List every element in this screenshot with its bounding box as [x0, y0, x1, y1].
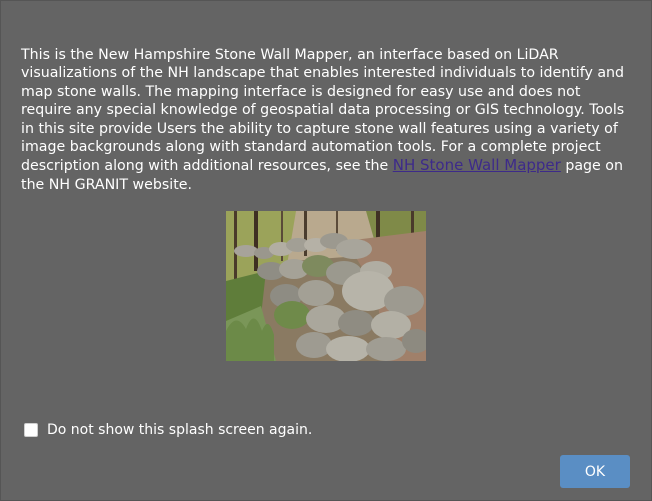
nh-stone-wall-mapper-link[interactable]: NH Stone Wall Mapper	[393, 156, 561, 174]
description-text: This is the New Hampshire Stone Wall Map…	[21, 46, 633, 194]
ok-button[interactable]: OK	[560, 455, 630, 488]
splash-dialog: This is the New Hampshire Stone Wall Map…	[0, 0, 652, 501]
dont-show-again-checkbox[interactable]	[24, 423, 38, 437]
dont-show-again-row: Do not show this splash screen again.	[24, 422, 312, 438]
stone-wall-photo	[226, 211, 426, 361]
description-text-before-link: This is the New Hampshire Stone Wall Map…	[21, 47, 625, 175]
dont-show-again-label[interactable]: Do not show this splash screen again.	[47, 422, 312, 438]
